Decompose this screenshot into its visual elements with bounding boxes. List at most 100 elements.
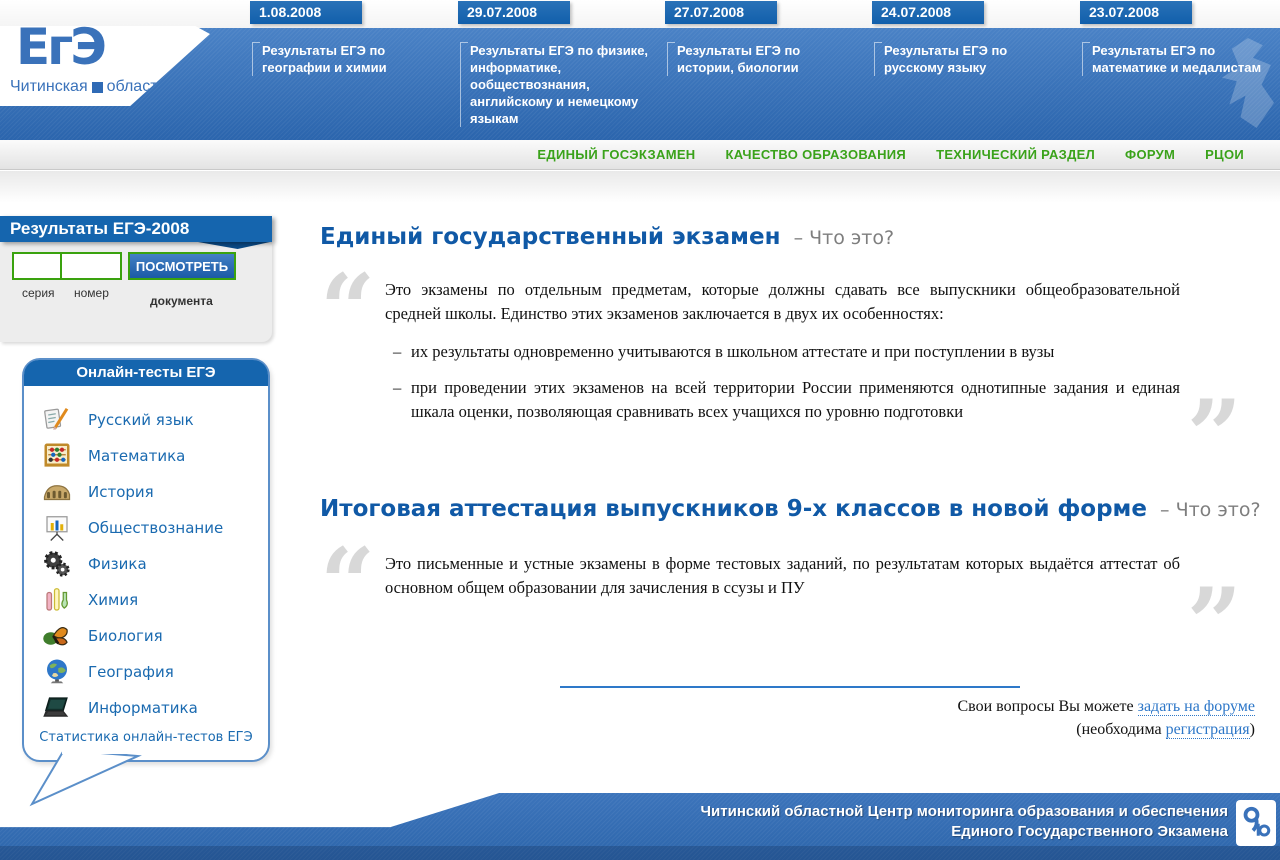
nav-link-quality[interactable]: КАЧЕСТВО ОБРАЗОВАНИЯ	[725, 140, 906, 170]
nav-link-forum[interactable]: ФОРУМ	[1125, 140, 1175, 170]
news-text: Результаты ЕГЭ по истории, биологии	[677, 43, 800, 75]
russian-icon	[40, 405, 74, 435]
nomer-label: номер	[74, 286, 109, 300]
news-item[interactable]: Результаты ЕГЭ по географии и химии	[252, 42, 444, 76]
test-label: Физика	[88, 555, 147, 573]
bubble-tail	[26, 748, 146, 808]
section1-paragraph: Это экзамены по отдельным предметам, кот…	[385, 278, 1180, 326]
bullet-item: – их результаты одновременно учитываются…	[385, 340, 1180, 364]
footer-dark-strip	[0, 846, 1280, 860]
date-badge[interactable]: 1.08.2008	[250, 1, 362, 24]
test-link-russian[interactable]: Русский язык	[24, 402, 268, 438]
seriya-input[interactable]	[14, 254, 62, 278]
physics-icon	[40, 549, 74, 579]
test-label: Химия	[88, 591, 138, 609]
logo-square-icon	[92, 82, 103, 93]
results-panel-title: Результаты ЕГЭ-2008	[0, 216, 272, 242]
footer-logo-icon	[1241, 804, 1271, 842]
test-link-chemistry[interactable]: Химия	[24, 582, 268, 618]
document-label: документа	[150, 294, 213, 308]
test-label: География	[88, 663, 174, 681]
test-label: Русский язык	[88, 411, 194, 429]
news-text: Результаты ЕГЭ по географии и химии	[262, 43, 387, 75]
seriya-label: серия	[22, 286, 55, 300]
test-label: История	[88, 483, 154, 501]
footer: Читинский областной Центр мониторинга об…	[0, 793, 1280, 860]
math-icon	[40, 441, 74, 471]
open-quote-icon: “	[320, 554, 375, 614]
registration-link[interactable]: регистрация	[1166, 721, 1250, 739]
news-item[interactable]: Результаты ЕГЭ по истории, биологии	[667, 42, 859, 76]
bullet-dash: –	[385, 340, 411, 364]
bullet-dash: –	[385, 376, 411, 424]
footer-text: Читинский областной Центр мониторинга об…	[701, 802, 1229, 842]
bullet-text: при проведении этих экзаменов на всей те…	[411, 376, 1180, 424]
section1-title: Единый государственный экзамен	[320, 224, 780, 250]
section2-subtitle: – Что это?	[1160, 499, 1261, 521]
online-tests-title: Онлайн-тесты ЕГЭ	[24, 360, 268, 386]
nav-link-rcoi[interactable]: РЦОИ	[1205, 140, 1244, 170]
main-nav: ЕДИНЫЙ ГОСЭКЗАМЕН КАЧЕСТВО ОБРАЗОВАНИЯ Т…	[0, 140, 1280, 170]
tick-decoration	[461, 42, 468, 43]
news-text: Результаты ЕГЭ по математике и медалиста…	[1092, 43, 1261, 75]
informatics-icon	[40, 693, 74, 723]
news-text: Результаты ЕГЭ по физике, информатике, о…	[470, 43, 648, 126]
tests-stats-link[interactable]: Статистика онлайн-тестов ЕГЭ	[24, 730, 268, 745]
document-number-inputs	[12, 252, 122, 280]
geography-icon	[40, 657, 74, 687]
section2-title: Итоговая аттестация выпускников 9-х клас…	[320, 496, 1147, 522]
test-link-biology[interactable]: Биология	[24, 618, 268, 654]
logo-region-left: Читинская	[10, 78, 88, 96]
section2-heading: Итоговая аттестация выпускников 9-х клас…	[320, 496, 1261, 522]
news-item[interactable]: Результаты ЕГЭ по математике и медалиста…	[1082, 42, 1274, 76]
test-label: Биология	[88, 627, 163, 645]
online-tests-panel: Онлайн-тесты ЕГЭ Русский язык Математика…	[22, 358, 270, 762]
footer-line1: Читинский областной Центр мониторинга об…	[701, 802, 1229, 822]
biology-icon	[40, 621, 74, 651]
test-link-social[interactable]: Обществознание	[24, 510, 268, 546]
chemistry-icon	[40, 585, 74, 615]
section1-subtitle: – Что это?	[794, 227, 895, 249]
bullet-item: – при проведении этих экзаменов на всей …	[385, 376, 1180, 424]
date-badge[interactable]: 27.07.2008	[665, 1, 777, 24]
nav-link-technical[interactable]: ТЕХНИЧЕСКИЙ РАЗДЕЛ	[936, 140, 1095, 170]
news-item[interactable]: Результаты ЕГЭ по русскому языку	[874, 42, 1066, 76]
forum-link[interactable]: задать на форуме	[1138, 698, 1255, 716]
page: 1.08.2008 29.07.2008 27.07.2008 24.07.20…	[0, 0, 1280, 860]
news-item[interactable]: Результаты ЕГЭ по физике, информатике, о…	[460, 42, 652, 127]
footer-logo[interactable]	[1236, 800, 1276, 846]
nav-link-unified-exam[interactable]: ЕДИНЫЙ ГОСЭКЗАМЕН	[537, 140, 695, 170]
bullet-text: их результаты одновременно учитываются в…	[411, 340, 1054, 364]
questions-note: Свои вопросы Вы можете задать на форуме …	[958, 695, 1256, 741]
section1-heading: Единый государственный экзамен – Что это…	[320, 224, 894, 250]
footer-line2: Единого Государственного Экзамена	[701, 822, 1229, 842]
social-icon	[40, 513, 74, 543]
logo-ege-text: ЕгЭ	[16, 18, 104, 76]
tick-decoration	[253, 42, 260, 43]
test-link-math[interactable]: Математика	[24, 438, 268, 474]
section2-paragraph: Это письменные и устные экзамены в форме…	[385, 552, 1180, 600]
date-badge[interactable]: 29.07.2008	[458, 1, 570, 24]
news-text: Результаты ЕГЭ по русскому языку	[884, 43, 1007, 75]
history-icon	[40, 477, 74, 507]
tick-decoration	[875, 42, 882, 43]
content-divider	[560, 686, 1020, 688]
test-link-informatics[interactable]: Информатика	[24, 690, 268, 726]
logo-region-line: Читинская область	[10, 78, 166, 96]
test-link-physics[interactable]: Физика	[24, 546, 268, 582]
tick-decoration	[668, 42, 675, 43]
section1-quote: “ Это экзамены по отдельным предметам, к…	[320, 278, 1242, 478]
test-label: Обществознание	[88, 519, 223, 537]
close-quote-icon: ”	[1187, 594, 1242, 654]
test-label: Информатика	[88, 699, 198, 717]
section2-quote: “ Это письменные и устные экзамены в фор…	[320, 552, 1242, 662]
tick-decoration	[1083, 42, 1090, 43]
results-panel: серия номер ПОСМОТРЕТЬ документа	[0, 242, 272, 342]
note-line2-suffix: )	[1250, 721, 1255, 738]
date-badge[interactable]: 24.07.2008	[872, 1, 984, 24]
view-results-button[interactable]: ПОСМОТРЕТЬ	[128, 252, 236, 280]
test-link-geography[interactable]: География	[24, 654, 268, 690]
nomer-input[interactable]	[62, 254, 120, 278]
test-link-history[interactable]: История	[24, 474, 268, 510]
date-badge[interactable]: 23.07.2008	[1080, 1, 1192, 24]
